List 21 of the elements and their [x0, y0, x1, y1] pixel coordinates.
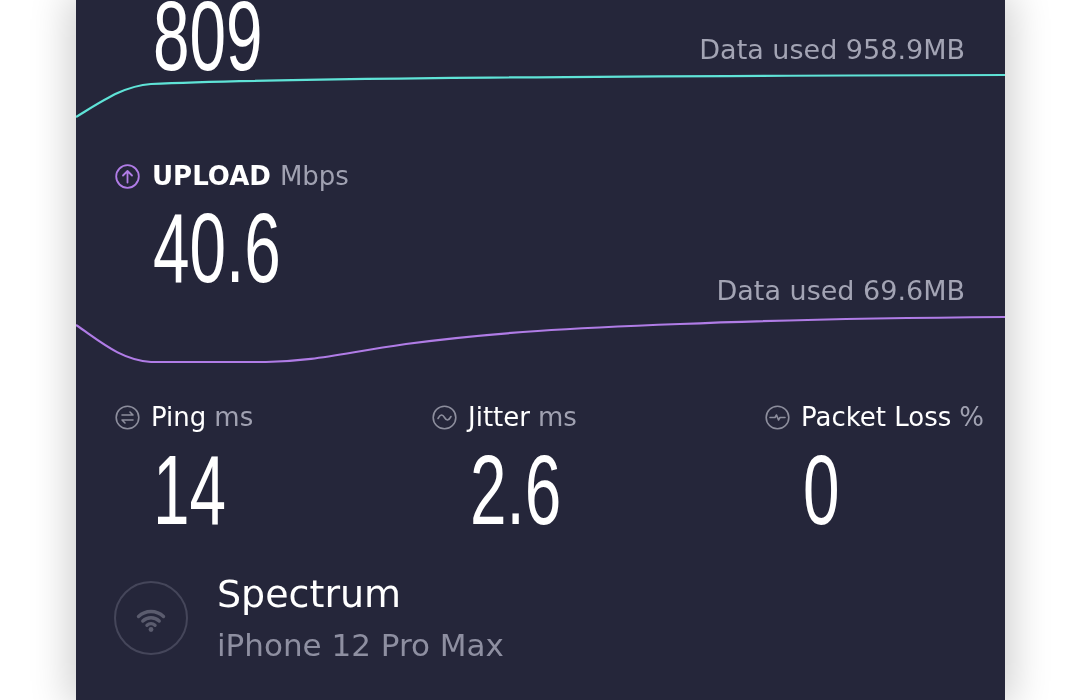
metric-value: 2.6	[470, 454, 562, 526]
metric-label: Jitter	[468, 402, 530, 432]
unit-label: Mbps	[279, 161, 349, 191]
wifi-icon	[114, 581, 188, 655]
metric-value: 0	[803, 454, 840, 526]
upload-label: UPLOAD	[152, 161, 271, 191]
data-used-text: Data used 958.9MB	[699, 36, 965, 63]
metric-value: 14	[153, 454, 227, 526]
unit-label: ms	[537, 402, 577, 432]
provider-name: Spectrum	[217, 572, 403, 616]
unit-label: ms	[214, 402, 254, 432]
device-name: iPhone 12 Pro Max	[217, 627, 504, 663]
metric-label: Ping	[151, 402, 207, 432]
wave-icon	[432, 404, 457, 430]
download-speed-value: 809	[153, 0, 263, 72]
metric-label: Packet Loss	[801, 402, 952, 432]
swap-arrows-icon	[115, 404, 140, 430]
upload-speed-value: 40.6	[153, 212, 281, 284]
unit-label: %	[959, 402, 985, 432]
data-used-text: Data used 69.6MB	[716, 277, 965, 304]
arrow-up-circle-icon	[115, 163, 140, 189]
